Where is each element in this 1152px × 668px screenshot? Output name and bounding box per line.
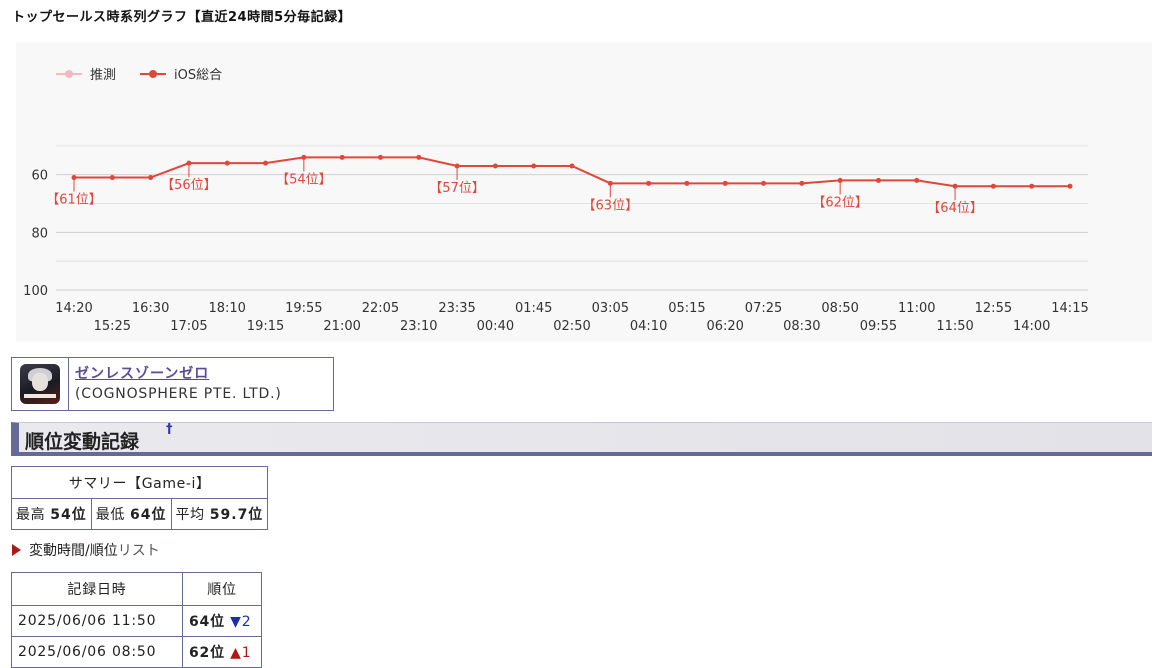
app-info-box: ゼンレスゾーンゼロ (COGNOSPHERE PTE. LTD.) xyxy=(11,357,334,411)
x-tick-label: 00:40 xyxy=(477,319,514,334)
data-point xyxy=(416,154,422,160)
x-tick-label: 19:55 xyxy=(285,301,322,316)
history-header-row: 記録日時 順位 xyxy=(11,572,262,606)
data-point xyxy=(1029,183,1035,189)
summary-table: サマリー【Game-i】 最高 54位 最低 64位 平均 59.7位 xyxy=(10,466,269,530)
rank-list-toggle[interactable]: 変動時間/順位リスト xyxy=(12,540,160,560)
section-anchor-link[interactable]: † xyxy=(166,422,173,437)
x-tick-label: 21:00 xyxy=(323,319,360,334)
data-point xyxy=(109,175,115,181)
summary-header: サマリー【Game-i】 xyxy=(10,466,269,499)
data-point xyxy=(646,180,652,186)
data-point xyxy=(377,154,383,160)
app-icon-cell xyxy=(12,358,69,410)
x-tick-label: 17:05 xyxy=(170,319,207,334)
data-label: 【61位】 xyxy=(46,193,102,208)
app-name-link[interactable]: ゼンレスゾーンゼロ xyxy=(75,364,282,384)
data-label: 【56位】 xyxy=(161,178,217,193)
summary-best: 最高 54位 xyxy=(11,498,92,530)
history-rank: 64位 ▼2 xyxy=(182,605,262,637)
app-developer: (COGNOSPHERE PTE. LTD.) xyxy=(75,386,282,402)
data-point xyxy=(799,180,805,186)
x-tick-label: 06:20 xyxy=(706,319,743,334)
legend-label-estimate: 推測 xyxy=(90,68,117,83)
x-tick-label: 12:55 xyxy=(975,301,1012,316)
x-tick-label: 11:50 xyxy=(936,319,973,334)
legend-swatch-estimate xyxy=(56,69,82,78)
x-tick-label: 08:30 xyxy=(783,319,820,334)
x-tick-label: 18:10 xyxy=(208,301,245,316)
x-tick-label: 15:25 xyxy=(94,319,131,334)
x-tick-label: 14:00 xyxy=(1013,319,1050,334)
x-tick-label: 19:15 xyxy=(247,319,284,334)
chart-legend: 推測 iOS総合 xyxy=(56,64,222,83)
x-tick-label: 23:35 xyxy=(438,301,475,316)
x-tick-label: 16:30 xyxy=(132,301,169,316)
section-title: 順位変動記録 xyxy=(25,431,140,453)
data-point xyxy=(224,160,230,166)
legend-swatch-ios xyxy=(140,69,167,78)
history-col-datetime: 記録日時 xyxy=(11,572,183,606)
table-row: 2025/06/06 11:50 64位 ▼2 xyxy=(11,605,262,637)
data-label: 【54位】 xyxy=(276,172,332,187)
section-header: 順位変動記録 † xyxy=(11,422,1152,456)
x-tick-label: 04:10 xyxy=(630,319,667,334)
x-tick-label: 14:20 xyxy=(55,301,92,316)
data-point xyxy=(569,163,575,169)
data-point xyxy=(339,154,345,160)
ranking-chart-svg: 60 80 100 14:2015:2516:3017:0518:1019:1519:… xyxy=(23,145,1089,334)
x-tick-label: 07:25 xyxy=(745,301,782,316)
x-tick-label: 22:05 xyxy=(362,301,399,316)
data-point xyxy=(263,160,269,166)
x-tick-label: 14:15 xyxy=(1051,301,1088,316)
data-point xyxy=(492,163,498,169)
y-tick-label: 100 xyxy=(23,284,48,299)
data-point xyxy=(148,175,154,181)
y-tick-label: 80 xyxy=(31,226,48,241)
triangle-right-icon xyxy=(12,544,21,556)
data-label: 【64位】 xyxy=(927,201,983,216)
x-tick-label: 08:50 xyxy=(821,301,858,316)
data-point xyxy=(684,180,690,186)
y-tick-label: 60 xyxy=(31,169,48,184)
data-point xyxy=(914,177,920,183)
x-tick-label: 09:55 xyxy=(860,319,897,334)
data-point xyxy=(761,180,767,186)
data-label: 【63位】 xyxy=(583,198,639,213)
app-text: ゼンレスゾーンゼロ (COGNOSPHERE PTE. LTD.) xyxy=(69,358,288,410)
history-datetime: 2025/06/06 11:50 xyxy=(11,605,183,637)
legend-label-ios: iOS総合 xyxy=(174,68,223,83)
x-tick-label: 05:15 xyxy=(668,301,705,316)
x-tick-label: 23:10 xyxy=(400,319,437,334)
page-title: トップセールス時系列グラフ【直近24時間5分毎記録】 xyxy=(12,10,352,25)
data-point xyxy=(990,183,996,189)
data-label: 【57位】 xyxy=(429,181,485,196)
legend-item-estimate[interactable]: 推測 xyxy=(56,64,116,83)
data-point xyxy=(531,163,537,169)
legend-item-ios[interactable]: iOS総合 xyxy=(140,64,222,83)
history-table: 記録日時 順位 2025/06/06 11:50 64位 ▼2 2025/06/… xyxy=(11,572,262,668)
history-col-rank: 順位 xyxy=(182,572,262,606)
rank-change-down: ▼2 xyxy=(230,614,252,630)
ranking-chart: 60 80 100 14:20 15:25 16:30 17:05 18:10 19:15 19:… xyxy=(16,42,1152,342)
data-point xyxy=(722,180,728,186)
series-line xyxy=(74,156,1070,188)
summary-average: 平均 59.7位 xyxy=(170,498,269,530)
x-tick-label: 03:05 xyxy=(592,301,629,316)
x-tick-label: 11:00 xyxy=(898,301,935,316)
data-point xyxy=(1067,183,1073,189)
data-label: 【62位】 xyxy=(812,195,868,210)
x-tick-label: 01:45 xyxy=(515,301,552,316)
rank-change-up: ▲1 xyxy=(230,645,252,661)
rank-list-toggle-label: 変動時間/順位リスト xyxy=(29,543,160,559)
app-icon[interactable] xyxy=(20,364,60,404)
data-point xyxy=(875,177,881,183)
x-tick-label: 02:50 xyxy=(553,319,590,334)
summary-worst: 最低 64位 xyxy=(90,498,172,530)
